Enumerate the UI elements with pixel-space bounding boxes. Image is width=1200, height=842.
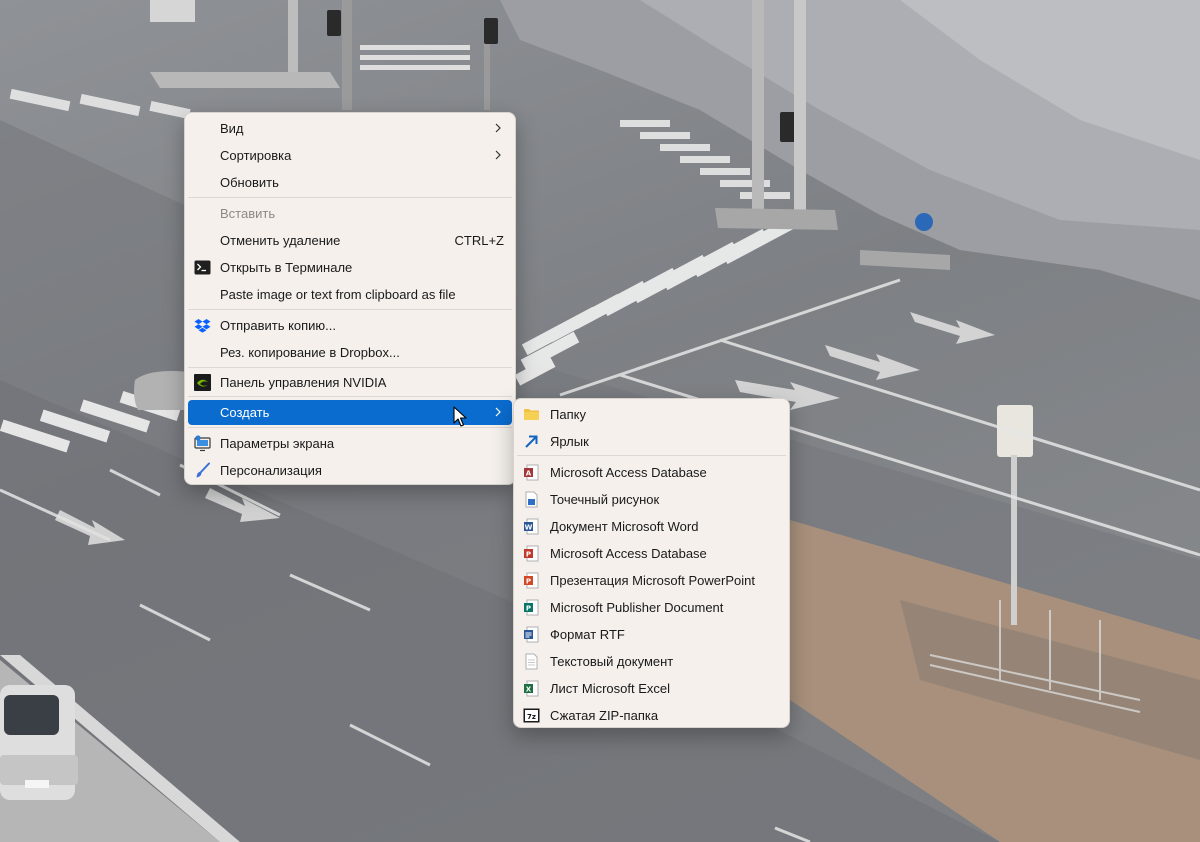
chevron-right-icon	[495, 407, 501, 417]
nvidia-icon	[194, 374, 211, 391]
access-icon: P	[524, 545, 539, 562]
menu-separator	[188, 396, 512, 397]
desktop-context-menu: Вид Сортировка Обновить Вставить Отменит…	[184, 112, 516, 485]
powerpoint-icon: P	[524, 572, 539, 589]
menu-separator	[188, 367, 512, 368]
chevron-right-icon	[495, 150, 501, 160]
excel-icon: X	[524, 680, 539, 697]
menu-item-label: Открыть в Терминале	[220, 260, 353, 275]
menu-item-nvidia-panel[interactable]: Панель управления NVIDIA	[188, 370, 512, 395]
shortcut-arrow-icon	[525, 435, 538, 448]
menu-item-label: Ярлык	[550, 434, 589, 449]
menu-item-label: Персонализация	[220, 463, 322, 478]
bitmap-icon	[525, 491, 538, 508]
submenu-item-publisher[interactable]: P Microsoft Publisher Document	[517, 595, 786, 620]
menu-item-label: Панель управления NVIDIA	[220, 375, 387, 390]
submenu-item-bitmap[interactable]: Точечный рисунок	[517, 487, 786, 512]
menu-item-display-settings[interactable]: Параметры экрана	[188, 431, 512, 456]
publisher-icon: P	[524, 599, 539, 616]
display-settings-icon	[194, 435, 211, 452]
menu-item-label: Microsoft Access Database	[550, 465, 707, 480]
svg-text:P: P	[526, 551, 531, 559]
menu-item-label: Формат RTF	[550, 627, 625, 642]
menu-item-label: Microsoft Access Database	[550, 546, 707, 561]
menu-item-label: Обновить	[220, 175, 279, 190]
menu-item-label: Точечный рисунок	[550, 492, 660, 507]
menu-item-label: Рез. копирование в Dropbox...	[220, 345, 400, 360]
menu-item-label: Создать	[220, 405, 270, 420]
submenu-item-folder[interactable]: Папку	[517, 402, 786, 427]
submenu-item-access-database[interactable]: A Microsoft Access Database	[517, 460, 786, 485]
menu-item-label: Лист Microsoft Excel	[550, 681, 670, 696]
zip-icon: 7z	[523, 708, 540, 723]
menu-item-paste[interactable]: Вставить	[188, 201, 512, 226]
access-icon: A	[524, 464, 539, 481]
menu-item-label: Вставить	[220, 206, 276, 221]
submenu-item-shortcut[interactable]: Ярлык	[517, 429, 786, 454]
svg-text:A: A	[526, 470, 532, 478]
menu-item-shortcut: CTRL+Z	[454, 233, 504, 248]
menu-item-label: Microsoft Publisher Document	[550, 600, 724, 615]
create-submenu: Папку Ярлык A Microsoft Access Database …	[513, 398, 790, 728]
mouse-pointer-icon	[453, 406, 467, 427]
menu-item-open-terminal[interactable]: Открыть в Терминале	[188, 255, 512, 280]
menu-item-refresh[interactable]: Обновить	[188, 170, 512, 195]
menu-item-label: Сортировка	[220, 148, 292, 163]
dropbox-icon	[194, 319, 211, 333]
menu-item-label: Вид	[220, 121, 244, 136]
menu-item-label: Папку	[550, 407, 586, 422]
menu-separator	[188, 197, 512, 198]
submenu-item-word-document[interactable]: W Документ Microsoft Word	[517, 514, 786, 539]
svg-text:P: P	[526, 578, 531, 586]
submenu-item-rtf[interactable]: Формат RTF	[517, 622, 786, 647]
svg-text:7z: 7z	[527, 713, 536, 721]
menu-item-label: Paste image or text from clipboard as fi…	[220, 287, 456, 302]
rtf-icon	[524, 626, 539, 643]
menu-item-label: Текстовый документ	[550, 654, 674, 669]
svg-text:P: P	[526, 605, 531, 613]
menu-item-personalization[interactable]: Персонализация	[188, 458, 512, 483]
brush-icon	[196, 462, 210, 478]
svg-text:X: X	[526, 686, 532, 694]
menu-item-label: Документ Microsoft Word	[550, 519, 699, 534]
menu-item-view[interactable]: Вид	[188, 116, 512, 141]
submenu-item-text-document[interactable]: Текстовый документ	[517, 649, 786, 674]
menu-separator	[188, 309, 512, 310]
submenu-item-excel[interactable]: X Лист Microsoft Excel	[517, 676, 786, 701]
menu-item-label: Презентация Microsoft PowerPoint	[550, 573, 755, 588]
submenu-item-powerpoint[interactable]: P Презентация Microsoft PowerPoint	[517, 568, 786, 593]
menu-item-paste-as-file[interactable]: Paste image or text from clipboard as fi…	[188, 282, 512, 307]
terminal-icon	[194, 260, 211, 275]
word-icon: W	[524, 518, 539, 535]
menu-item-label: Параметры экрана	[220, 436, 335, 451]
chevron-right-icon	[495, 123, 501, 133]
menu-item-label: Отправить копию...	[220, 318, 337, 333]
svg-text:W: W	[525, 524, 533, 532]
text-document-icon	[525, 653, 538, 670]
folder-icon	[524, 409, 539, 420]
menu-item-send-copy[interactable]: Отправить копию...	[188, 313, 512, 338]
menu-separator	[517, 455, 786, 456]
menu-item-label: Отменить удаление	[220, 233, 341, 248]
menu-item-undo-delete[interactable]: Отменить удаление CTRL+Z	[188, 228, 512, 253]
submenu-item-zip-folder[interactable]: 7z Сжатая ZIP-папка	[517, 703, 786, 728]
menu-item-sort[interactable]: Сортировка	[188, 143, 512, 168]
menu-item-dropbox-backup[interactable]: Рез. копирование в Dropbox...	[188, 340, 512, 365]
submenu-item-access-database-2[interactable]: P Microsoft Access Database	[517, 541, 786, 566]
menu-item-label: Сжатая ZIP-папка	[550, 708, 659, 723]
